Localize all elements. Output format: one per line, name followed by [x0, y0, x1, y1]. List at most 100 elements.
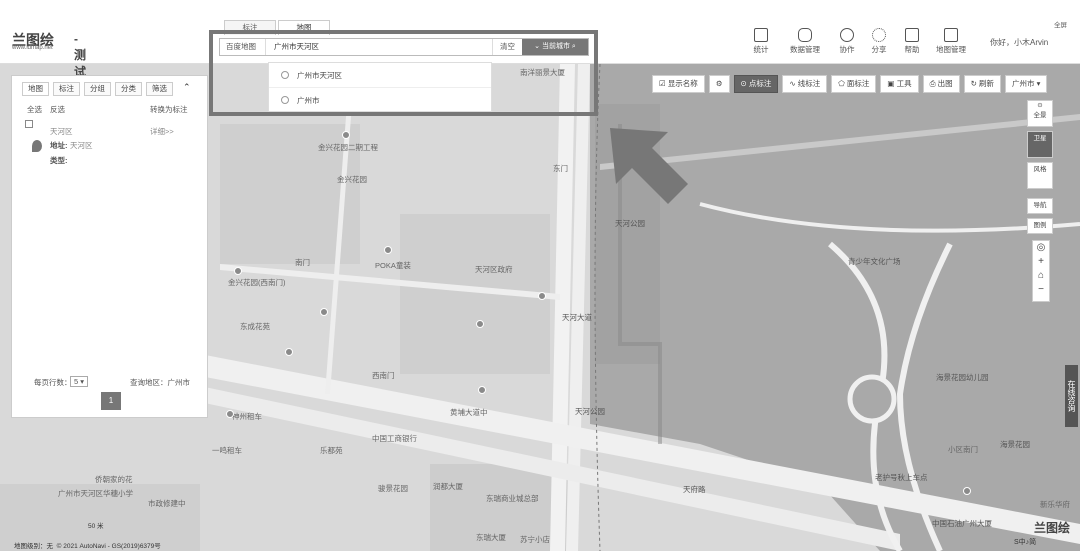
- highlight-box: [209, 30, 598, 116]
- scale-label: 50 米: [88, 523, 104, 530]
- logo[interactable]: 兰图绘 www.ldmap.net - 测试地图: [12, 30, 86, 113]
- panel-tab-filter[interactable]: 筛选: [146, 82, 173, 96]
- nav-label: 分享: [871, 45, 887, 54]
- line-marker-button[interactable]: ∿ 线标注: [782, 75, 828, 93]
- map-label: 东瑞大厦: [476, 533, 506, 542]
- map-label: 西南门: [372, 371, 395, 380]
- map-label: 中国石油广州大厦: [932, 519, 992, 528]
- nav-label: 数据管理: [790, 45, 820, 54]
- map-label: 东瑞商业城总部: [486, 494, 539, 503]
- map-label: 海景花园: [1000, 440, 1030, 449]
- poi-marker[interactable]: [478, 386, 486, 394]
- page-button[interactable]: 1: [101, 392, 121, 410]
- zoom-out-icon[interactable]: −: [1033, 283, 1049, 297]
- toolbar-label: 刷新: [979, 79, 995, 88]
- nav-label: 帮助: [904, 45, 920, 54]
- panel-tabs: 地图 标注 分组 分类 筛选 ⌃: [12, 76, 207, 96]
- refresh-button[interactable]: ↻ 刷新: [963, 75, 1002, 93]
- marker-pin-icon: [32, 140, 42, 152]
- invert-link[interactable]: 反选: [50, 104, 65, 115]
- guide-control[interactable]: 导航: [1027, 198, 1053, 214]
- panel-tab-category[interactable]: 分类: [115, 82, 142, 96]
- poi-marker[interactable]: [963, 487, 971, 495]
- rows-value: 5: [74, 377, 79, 386]
- map-toolbar: ☑ 显示名称 ⚙ ⊙ 点标注 ∿ 线标注 ⬠ 面标注 ▣ 工具 ⎙ 出图 ↻ 刷…: [652, 75, 1048, 93]
- point-marker-button[interactable]: ⊙ 点标注: [733, 75, 779, 93]
- locate-icon[interactable]: ◎: [1033, 241, 1049, 255]
- map-label: 新乐华府: [1040, 500, 1070, 509]
- left-panel: 地图 标注 分组 分类 筛选 ⌃ 全选 反选 转换为标注 天河区 详细>> 地址…: [11, 75, 208, 418]
- item-name[interactable]: 天河区: [50, 126, 73, 137]
- details-link[interactable]: 详细>>: [150, 126, 174, 137]
- panel-tab-marker[interactable]: 标注: [53, 82, 80, 96]
- type-label: 类型:: [50, 156, 68, 165]
- toolbar-label: 线标注: [797, 79, 821, 88]
- nav-map-manage[interactable]: 地图管理: [930, 28, 972, 55]
- map-label: 黄埔大道中: [450, 408, 488, 417]
- map-label: 老护号秋上车点: [875, 473, 928, 482]
- collapse-icon[interactable]: ⌃: [183, 82, 191, 96]
- map-label: 金兴花园(西南门): [228, 278, 286, 287]
- select-all-link[interactable]: 全选: [27, 104, 42, 115]
- toolbar-label: 显示名称: [667, 79, 698, 88]
- style-control[interactable]: 风格: [1027, 162, 1053, 189]
- item-checkbox[interactable]: [25, 120, 33, 128]
- online-service-button[interactable]: 在线咨询: [1065, 365, 1078, 427]
- fullview-control[interactable]: ⊙ 全景: [1027, 100, 1053, 127]
- fullscreen-button[interactable]: 全屏: [1054, 19, 1067, 29]
- map-label: 金兴花园二期工程: [318, 143, 378, 152]
- zoom-in-icon[interactable]: +: [1033, 255, 1049, 269]
- area-marker-button[interactable]: ⬠ 面标注: [831, 75, 877, 93]
- map-label: 南门: [295, 258, 310, 267]
- poi-marker[interactable]: [234, 267, 242, 275]
- location-icon: ⊙: [1037, 102, 1043, 109]
- map-label: POKA童装: [375, 261, 411, 270]
- map-label: 中国工商银行: [372, 434, 417, 443]
- query-area: 查询地区：广州市: [130, 378, 190, 387]
- control-label: 图例: [1033, 222, 1047, 229]
- toolbar-label: 广州市: [1012, 79, 1035, 88]
- poi-marker[interactable]: [226, 410, 234, 418]
- legend-control[interactable]: 图例: [1027, 218, 1053, 234]
- print-button[interactable]: ⎙ 出图: [922, 75, 960, 93]
- address-value: 天河区: [70, 141, 93, 150]
- poi-marker[interactable]: [476, 320, 484, 328]
- poi-marker[interactable]: [320, 308, 328, 316]
- user-greeting[interactable]: 你好，小木Arvin: [990, 37, 1048, 48]
- city-select[interactable]: 广州市 ▾: [1005, 75, 1048, 93]
- control-label: 全景: [1033, 112, 1047, 119]
- control-label: 风格: [1033, 166, 1047, 173]
- scale-bar: 50 米: [10, 520, 104, 530]
- convert-link[interactable]: 转换为标注: [150, 104, 188, 115]
- map-label: 广州市天河区华穗小学: [58, 489, 133, 498]
- lock-icon[interactable]: ⌂: [1033, 269, 1049, 283]
- nav-stats[interactable]: 统计: [740, 28, 782, 55]
- map-label: 天河公园: [615, 219, 645, 228]
- exit-icon: [944, 28, 958, 42]
- nav-label: 统计: [753, 45, 769, 54]
- bar-chart-icon: [754, 28, 768, 42]
- map-label: 苏宁小店: [520, 535, 550, 544]
- zoom-control[interactable]: ◎ + ⌂ −: [1032, 240, 1050, 302]
- poi-marker[interactable]: [342, 131, 350, 139]
- panel-tab-group[interactable]: 分组: [84, 82, 111, 96]
- nav-label: 地图管理: [936, 45, 966, 54]
- poi-marker[interactable]: [285, 348, 293, 356]
- users-icon: [840, 28, 854, 42]
- database-icon: [798, 28, 812, 42]
- panel-tab-map[interactable]: 地图: [22, 82, 49, 96]
- map-label: 一鸣租车: [212, 446, 242, 455]
- tools-button[interactable]: ▣ 工具: [880, 75, 919, 93]
- nav-data[interactable]: 数据管理: [784, 28, 826, 55]
- zoom-level: 地图级别：无: [14, 543, 53, 550]
- copyright: © 2021 AutoNavi - GS(2019)6379号: [56, 543, 161, 550]
- settings-button[interactable]: ⚙: [708, 75, 730, 93]
- poi-marker[interactable]: [384, 246, 392, 254]
- show-name-toggle[interactable]: ☑ 显示名称: [652, 75, 705, 93]
- poi-marker[interactable]: [538, 292, 546, 300]
- control-label: 导航: [1033, 202, 1047, 209]
- rows-per-page-select[interactable]: 5 ▾: [70, 376, 89, 387]
- satellite-control[interactable]: 卫星: [1027, 131, 1053, 158]
- map-label: 小区南门: [948, 445, 978, 454]
- nav-help[interactable]: 帮助: [891, 28, 933, 55]
